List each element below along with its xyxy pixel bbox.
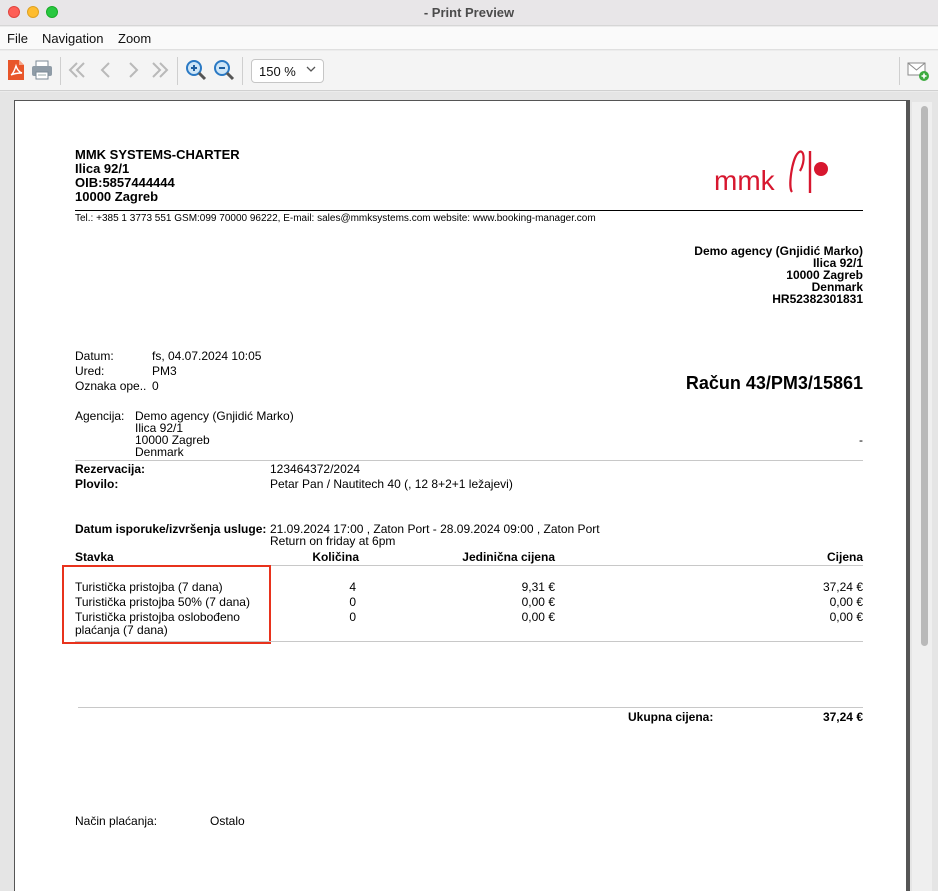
- oznaka-value: 0: [152, 379, 159, 393]
- oznaka-label: Oznaka ope..: [75, 379, 147, 393]
- pdf-icon[interactable]: [4, 58, 28, 82]
- last-page-icon[interactable]: [148, 58, 172, 82]
- total-value: 37,24 €: [822, 710, 863, 724]
- logo-mark-icon: [789, 150, 828, 193]
- row-jedinicna: 0,00 €: [521, 610, 555, 624]
- company-city: 10000 Zagreb: [75, 189, 159, 204]
- zoom-level-select[interactable]: 150 %: [251, 59, 324, 83]
- agency-country: Denmark: [135, 445, 184, 459]
- row-cijena: 37,24 €: [822, 580, 863, 594]
- agency-divider: [75, 460, 863, 461]
- menu-zoom[interactable]: Zoom: [118, 31, 151, 46]
- window-titlebar: - Print Preview: [0, 0, 938, 26]
- zoom-level-value: 150 %: [259, 64, 296, 79]
- company-street: Ilica 92/1: [75, 161, 130, 176]
- menu-file[interactable]: File: [7, 31, 28, 46]
- first-page-icon[interactable]: [65, 58, 89, 82]
- ured-value: PM3: [152, 364, 177, 378]
- invoice-title: Račun 43/PM3/15861: [685, 373, 863, 393]
- toolbar-separator: [60, 57, 61, 85]
- header-divider: [75, 210, 863, 211]
- col-header-jedinicna: Jedinična cijena: [462, 550, 555, 564]
- row-kolicina: 0: [349, 595, 356, 609]
- datum-value: fs, 04.07.2024 10:05: [152, 349, 262, 363]
- row-kolicina: 0: [349, 610, 356, 624]
- preview-area[interactable]: [0, 92, 938, 891]
- reservation-label: Rezervacija:: [75, 462, 146, 476]
- scrollbar-thumb[interactable]: [921, 106, 928, 646]
- recipient-vat: HR52382301831: [772, 292, 863, 306]
- company-name: MMK SYSTEMS-CHARTER: [75, 147, 240, 162]
- company-contact-line: Tel.: +385 1 3773 551 GSM:099 70000 9622…: [75, 213, 596, 224]
- total-label: Ukupna cijena:: [628, 710, 714, 724]
- row-cijena: 0,00 €: [829, 610, 863, 624]
- agency-dash: -: [859, 433, 863, 447]
- totals-divider: [78, 707, 863, 708]
- payment-value: Ostalo: [210, 814, 245, 828]
- email-add-icon[interactable]: [906, 58, 930, 82]
- window-title: - Print Preview: [423, 5, 515, 20]
- menu-bar: File Navigation Zoom: [0, 27, 938, 50]
- col-header-cijena: Cijena: [826, 550, 863, 564]
- col-header-stavka: Stavka: [75, 550, 114, 564]
- toolbar-separator: [242, 57, 243, 85]
- toolbar-separator: [899, 57, 900, 85]
- toolbar-separator: [177, 57, 178, 85]
- row-jedinicna: 9,31 €: [521, 580, 555, 594]
- table-bottom-divider: [75, 641, 863, 642]
- reservation-value: 123464372/2024: [270, 462, 361, 476]
- row-cijena: 0,00 €: [829, 595, 863, 609]
- ured-label: Ured:: [75, 364, 105, 378]
- row-kolicina: 4: [349, 580, 356, 594]
- logo-text: mmk: [714, 165, 775, 196]
- service-note: Return on friday at 6pm: [270, 534, 396, 548]
- company-logo: mmk: [714, 147, 834, 197]
- zoom-in-icon[interactable]: [184, 58, 208, 82]
- toolbar: 150 %: [0, 51, 938, 91]
- chevron-down-icon: [305, 63, 317, 78]
- col-header-kolicina: Količina: [312, 550, 359, 564]
- company-oib: OIB:5857444444: [75, 175, 175, 190]
- vessel-label: Plovilo:: [75, 477, 119, 491]
- prev-page-icon[interactable]: [94, 58, 118, 82]
- payment-label: Način plaćanja:: [75, 814, 158, 828]
- service-date-label: Datum isporuke/izvršenja usluge:: [75, 522, 267, 536]
- zoom-out-icon[interactable]: [212, 58, 236, 82]
- print-icon[interactable]: [30, 58, 54, 82]
- agency-label: Agencija:: [75, 409, 125, 423]
- menu-navigation[interactable]: Navigation: [42, 31, 103, 46]
- row-jedinicna: 0,00 €: [521, 595, 555, 609]
- next-page-icon[interactable]: [121, 58, 145, 82]
- datum-label: Datum:: [75, 349, 114, 363]
- vessel-value: Petar Pan / Nautitech 40 (, 12 8+2+1 lež…: [270, 477, 513, 491]
- highlight-annotation-box: [62, 565, 271, 644]
